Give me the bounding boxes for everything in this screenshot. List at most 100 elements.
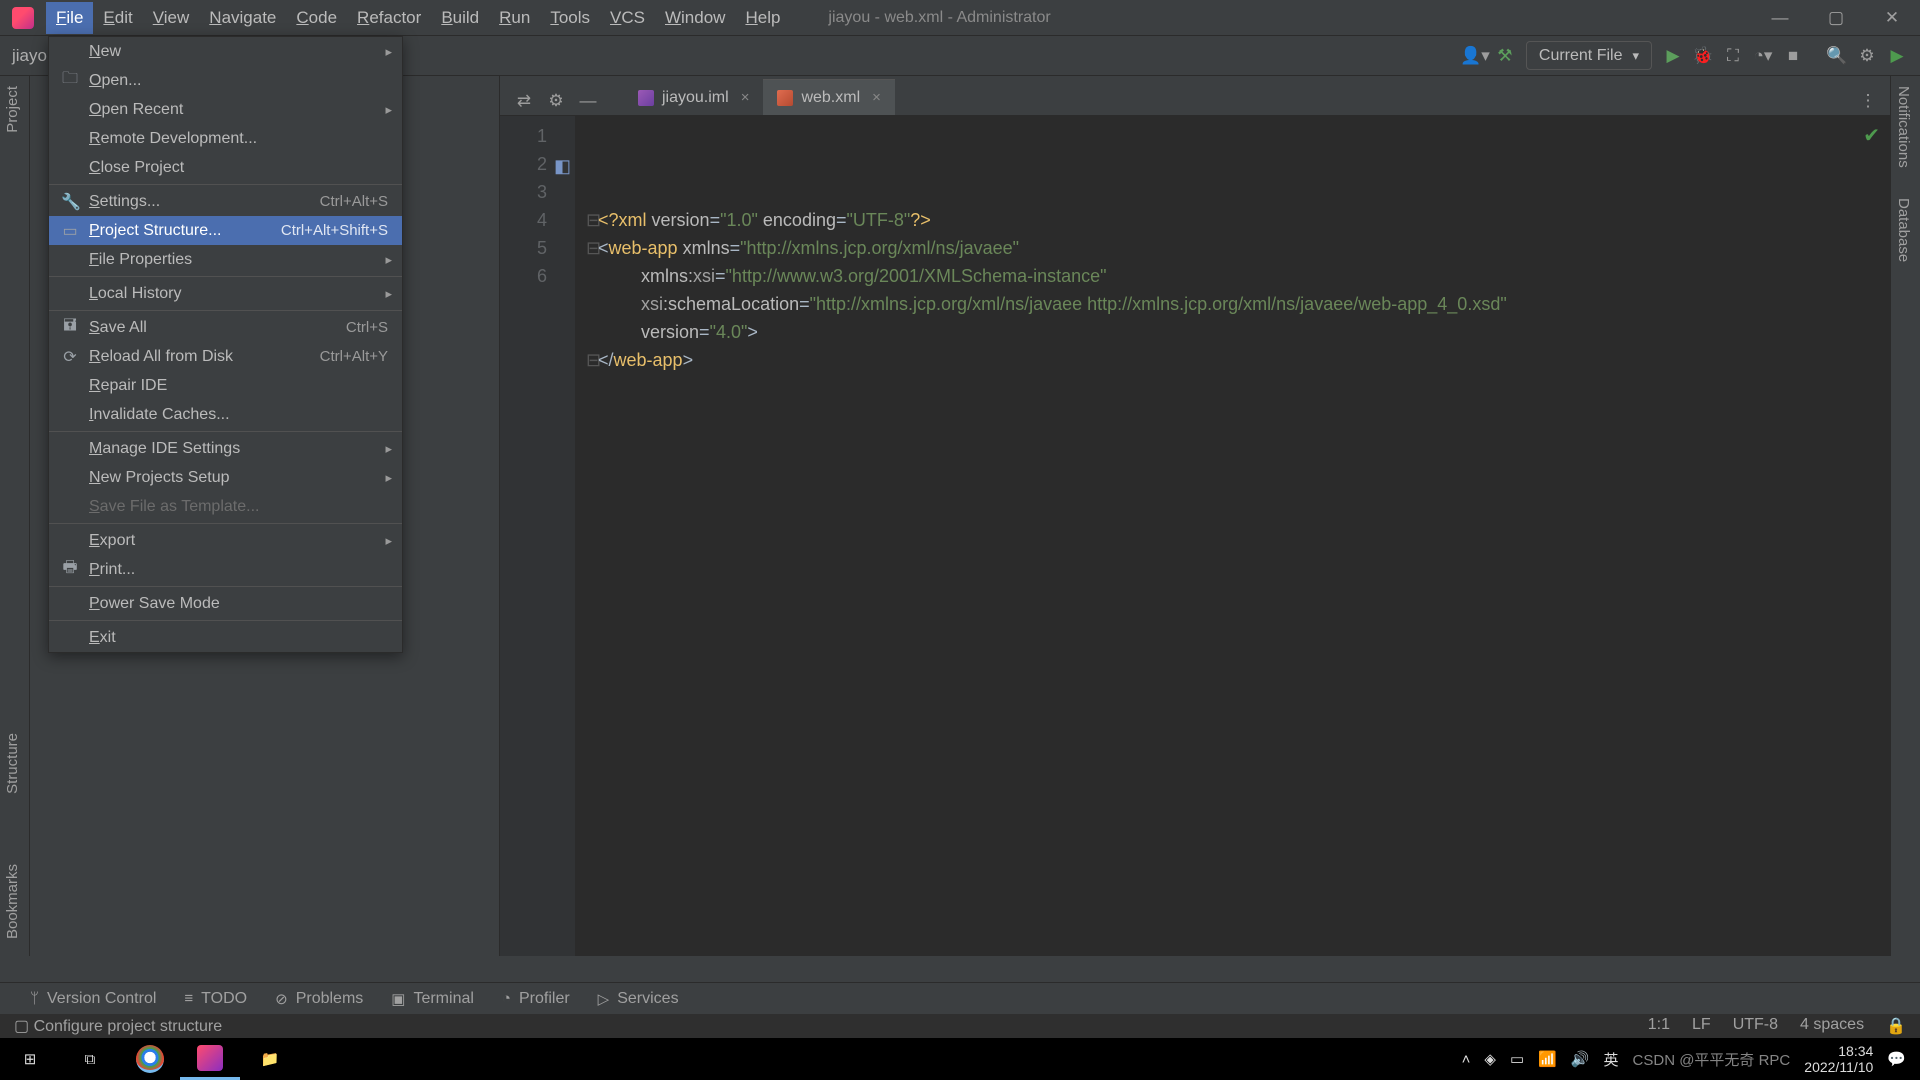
start-button[interactable]: ⊞ — [0, 1038, 60, 1080]
file-menu-invalidate-caches[interactable]: Invalidate Caches... — [49, 400, 402, 429]
minimize-button[interactable]: ― — [1752, 0, 1808, 36]
file-menu-power-save-mode[interactable]: Power Save Mode — [49, 589, 402, 618]
tray-volume-icon[interactable]: 🔊 — [1571, 1050, 1590, 1068]
bookmarks-tool[interactable]: Bookmarks — [0, 854, 25, 949]
line-number: 5 — [500, 234, 547, 262]
gear-icon[interactable]: ⚙ — [1852, 41, 1882, 71]
chevron-right-icon — [385, 251, 392, 269]
left-tool-strip: Project Structure Bookmarks — [0, 76, 30, 956]
save-icon: 🖬 — [61, 314, 79, 341]
encoding[interactable]: UTF-8 — [1733, 1016, 1778, 1036]
compare-icon[interactable]: ⇄ — [510, 87, 538, 115]
status-text: ▢ Configure project structure — [14, 1016, 222, 1036]
build-hammer-icon[interactable]: ⚒ — [1490, 41, 1520, 71]
menu-edit[interactable]: Edit — [93, 2, 142, 34]
file-icon — [777, 90, 793, 106]
bottom-tool-problems[interactable]: ⊘Problems — [275, 990, 363, 1008]
file-menu-settings[interactable]: 🔧Settings...Ctrl+Alt+S — [49, 187, 402, 216]
menu-file[interactable]: File — [46, 2, 93, 34]
user-icon[interactable]: 👤▾ — [1460, 41, 1490, 71]
indent[interactable]: 4 spaces — [1800, 1016, 1864, 1036]
menu-build[interactable]: Build — [431, 2, 489, 34]
menu-tools[interactable]: Tools — [540, 2, 600, 34]
file-menu-export[interactable]: Export — [49, 526, 402, 555]
tray-up-icon[interactable]: ˄ — [1462, 1051, 1471, 1068]
breadcrumb[interactable]: jiayo — [8, 46, 47, 66]
structure-tool[interactable]: Structure — [0, 723, 25, 804]
tray-wifi-icon[interactable]: 📶 — [1538, 1050, 1557, 1068]
tab-jiayou-iml[interactable]: jiayou.iml× — [624, 79, 763, 115]
tray-icon-1[interactable]: ◈ — [1484, 1050, 1496, 1068]
tab-close-icon[interactable]: × — [872, 89, 881, 106]
code-inspection-icon[interactable]: ◧ — [553, 152, 571, 170]
bottom-tool-todo[interactable]: ≡TODO — [184, 990, 247, 1008]
file-menu-exit[interactable]: Exit — [49, 623, 402, 652]
file-menu-save-all[interactable]: 🖬Save AllCtrl+S — [49, 313, 402, 342]
run-button[interactable]: ▶ — [1658, 41, 1688, 71]
gear-small-icon[interactable]: ⚙ — [542, 87, 570, 115]
close-button[interactable]: ✕ — [1864, 0, 1920, 36]
collapse-icon[interactable]: ― — [574, 87, 602, 115]
warn-icon: ⊘ — [275, 990, 288, 1008]
file-menu-project-structure[interactable]: ▭Project Structure...Ctrl+Alt+Shift+S — [49, 216, 402, 245]
file-menu-new-projects-setup[interactable]: New Projects Setup — [49, 463, 402, 492]
database-tool[interactable]: Database — [1891, 188, 1916, 272]
file-menu-new[interactable]: New — [49, 37, 402, 66]
menu-run[interactable]: Run — [489, 2, 540, 34]
status-bar: ▢ Configure project structure 1:1 LF UTF… — [0, 1014, 1920, 1038]
profile-button[interactable]: ◔▾ — [1748, 41, 1778, 71]
file-menu-print[interactable]: 🖶Print... — [49, 555, 402, 584]
tray-ime-icon[interactable]: 英 — [1604, 1049, 1619, 1070]
line-number: 3 — [500, 178, 547, 206]
menu-navigate[interactable]: Navigate — [199, 2, 286, 34]
intellij-pin[interactable] — [180, 1038, 240, 1080]
code-editor[interactable]: ◧ 123456 ✔ ⊟<?xml version="1.0" encoding… — [500, 116, 1890, 956]
menu-window[interactable]: Window — [655, 2, 735, 34]
code-content[interactable]: ✔ ⊟<?xml version="1.0" encoding="UTF-8"?… — [576, 116, 1890, 956]
menu-help[interactable]: Help — [735, 2, 790, 34]
file-menu-reload-all-from-disk[interactable]: ⟳Reload All from DiskCtrl+Alt+Y — [49, 342, 402, 371]
bottom-tool-version-control[interactable]: ᛘVersion Control — [30, 990, 156, 1008]
debug-button[interactable]: 🐞 — [1688, 41, 1718, 71]
taskbar-clock[interactable]: 18:342022/11/10 — [1804, 1043, 1873, 1075]
tray-battery-icon[interactable]: ▭ — [1510, 1050, 1524, 1068]
maximize-button[interactable]: ▢ — [1808, 0, 1864, 36]
chrome-pin[interactable] — [136, 1045, 164, 1073]
line-number: 4 — [500, 206, 547, 234]
menu-view[interactable]: View — [143, 2, 200, 34]
notifications-tool[interactable]: Notifications — [1891, 76, 1916, 178]
menu-vcs[interactable]: VCS — [600, 2, 655, 34]
explorer-pin[interactable]: 📁 — [240, 1038, 300, 1080]
file-menu-remote-development[interactable]: Remote Development... — [49, 124, 402, 153]
tray-notifications-icon[interactable]: 💬 — [1887, 1050, 1906, 1068]
tab-close-icon[interactable]: × — [741, 89, 750, 106]
run-config-selector[interactable]: Current File — [1526, 41, 1652, 70]
file-menu-dropdown[interactable]: New🗀Open...Open RecentRemote Development… — [48, 36, 403, 653]
coverage-button[interactable]: ⛶ — [1718, 41, 1748, 71]
file-menu-file-properties[interactable]: File Properties — [49, 245, 402, 274]
inspection-ok-icon: ✔ — [1863, 122, 1880, 150]
bottom-tool-services[interactable]: ▷Services — [598, 990, 679, 1008]
menu-refactor[interactable]: Refactor — [347, 2, 431, 34]
project-tool[interactable]: Project — [0, 76, 25, 143]
line-ending[interactable]: LF — [1692, 1016, 1711, 1036]
stop-button[interactable]: ■ — [1778, 41, 1808, 71]
tab-web-xml[interactable]: web.xml× — [763, 79, 894, 115]
file-menu-open-recent[interactable]: Open Recent — [49, 95, 402, 124]
readonly-lock-icon[interactable]: 🔒 — [1886, 1016, 1906, 1036]
bottom-tool-terminal[interactable]: ▣Terminal — [391, 990, 474, 1008]
file-menu-manage-ide-settings[interactable]: Manage IDE Settings — [49, 434, 402, 463]
line-number: 6 — [500, 262, 547, 290]
file-menu-local-history[interactable]: Local History — [49, 279, 402, 308]
search-icon[interactable]: 🔍 — [1822, 41, 1852, 71]
bottom-tool-profiler[interactable]: ◔Profiler — [502, 990, 570, 1008]
line-number: 2 — [500, 150, 547, 178]
tab-more-button[interactable]: ⋮ — [1854, 87, 1882, 115]
file-menu-repair-ide[interactable]: Repair IDE — [49, 371, 402, 400]
menu-code[interactable]: Code — [286, 2, 347, 34]
file-menu-open[interactable]: 🗀Open... — [49, 66, 402, 95]
caret-position[interactable]: 1:1 — [1648, 1016, 1670, 1036]
sync-icon[interactable]: ▶ — [1882, 41, 1912, 71]
file-menu-close-project[interactable]: Close Project — [49, 153, 402, 182]
taskview-button[interactable]: ⧉ — [60, 1038, 120, 1080]
